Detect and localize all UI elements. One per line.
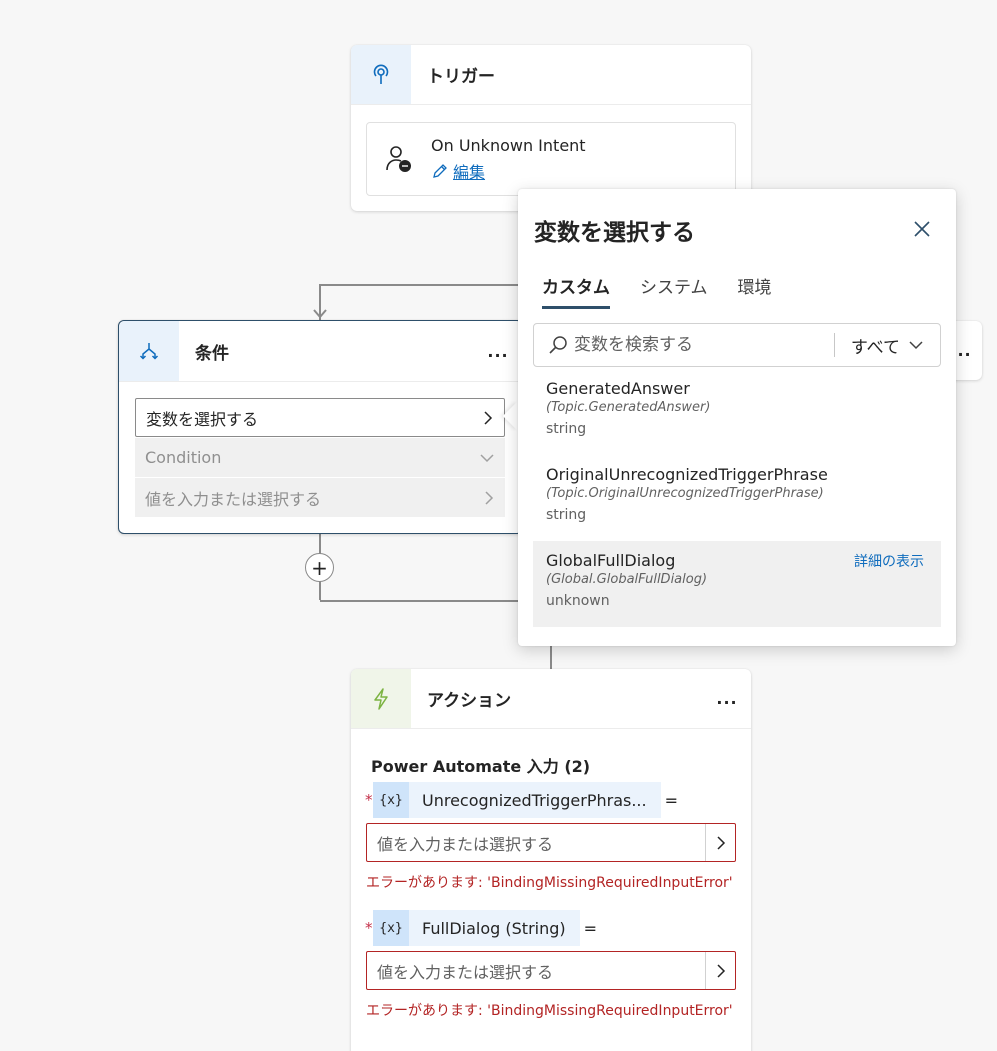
variable-icon: {x}: [373, 910, 409, 946]
param-value-input[interactable]: 値を入力または選択する: [366, 951, 736, 990]
chevron-down-icon: [909, 341, 923, 350]
condition-header: 条件 ...: [119, 321, 522, 382]
variable-name: OriginalUnrecognizedTriggerPhrase: [546, 465, 828, 484]
variable-chip[interactable]: {x} FullDialog (String): [373, 910, 580, 946]
trigger-card[interactable]: トリガー On Unknown Intent 編集: [351, 45, 751, 211]
variable-tabs: カスタム システム 環境: [542, 273, 802, 309]
variable-path: (Topic.GeneratedAnswer): [546, 400, 711, 415]
scope-filter-label: すべて: [850, 337, 900, 358]
condition-card[interactable]: 条件 ... 変数を選択する Condition 値を入力または選択する: [118, 320, 523, 534]
condition-variable-label: 変数を選択する: [146, 409, 259, 429]
condition-value-label: 値を入力または選択する: [145, 489, 322, 509]
param-value-input[interactable]: 値を入力または選択する: [366, 823, 736, 862]
search-icon: [534, 335, 574, 355]
power-automate-inputs-title: Power Automate 入力 (2): [371, 757, 591, 776]
variable-name: GeneratedAnswer: [546, 379, 690, 398]
trigger-title: トリガー: [427, 67, 495, 87]
connector-line: [550, 646, 552, 669]
variable-type: string: [546, 507, 587, 523]
close-icon[interactable]: [910, 217, 934, 241]
param-row: * {x} FullDialog (String) =: [365, 910, 597, 946]
action-header: アクション ...: [351, 669, 751, 729]
lightning-icon: [351, 669, 411, 728]
connector-line: [320, 284, 520, 286]
required-mark: *: [365, 919, 373, 937]
scope-filter-dropdown[interactable]: すべて: [835, 333, 940, 358]
chevron-right-icon: [485, 490, 494, 505]
chevron-right-icon: [484, 410, 493, 425]
trigger-event-box[interactable]: On Unknown Intent 編集: [366, 122, 736, 196]
condition-more-button[interactable]: ...: [486, 339, 510, 363]
trigger-edit-link[interactable]: 編集: [431, 159, 586, 183]
popover-title: 変数を選択する: [534, 220, 695, 246]
condition-value-selector[interactable]: 値を入力または選択する: [135, 478, 505, 517]
chevron-right-icon[interactable]: [705, 824, 735, 861]
param-error-message: エラーがあります: 'BindingMissingRequiredInputEr…: [366, 1003, 733, 1019]
variable-path: (Global.GlobalFullDialog): [546, 572, 708, 587]
action-title: アクション: [427, 691, 512, 711]
connector-line: [320, 600, 520, 602]
branch-icon: [119, 321, 179, 381]
param-name: UnrecognizedTriggerPhras...: [422, 790, 647, 810]
arrow-down-icon: [313, 309, 327, 319]
list-item[interactable]: GlobalFullDialog (Global.GlobalFullDialo…: [533, 541, 941, 627]
param-error-message: エラーがあります: 'BindingMissingRequiredInputEr…: [366, 875, 733, 891]
equals-sign: =: [664, 790, 678, 810]
list-item[interactable]: GeneratedAnswer (Topic.GeneratedAnswer) …: [533, 369, 941, 455]
variable-path: (Topic.OriginalUnrecognizedTriggerPhrase…: [546, 486, 824, 501]
param-value-placeholder: 値を入力または選択する: [377, 962, 554, 982]
trigger-pin-icon: [351, 45, 411, 104]
required-mark: *: [365, 791, 373, 809]
list-item[interactable]: OriginalUnrecognizedTriggerPhrase (Topic…: [533, 455, 941, 541]
variable-search-input[interactable]: [574, 335, 834, 355]
person-chat-icon: [367, 144, 431, 174]
condition-title: 条件: [195, 343, 229, 364]
param-name: FullDialog (String): [422, 918, 566, 938]
pencil-icon: [433, 163, 447, 178]
param-value-placeholder: 値を入力または選択する: [377, 834, 554, 854]
equals-sign: =: [583, 918, 598, 938]
trigger-edit-label: 編集: [453, 162, 486, 182]
variable-type: unknown: [546, 593, 610, 609]
show-details-link[interactable]: 詳細の表示: [854, 551, 924, 571]
tab-system[interactable]: システム: [640, 273, 708, 309]
authoring-canvas: トリガー On Unknown Intent 編集 条件 ... 変数を選択する…: [0, 0, 997, 1051]
variable-search-box: すべて: [533, 323, 941, 367]
action-card[interactable]: アクション ... Power Automate 入力 (2) * {x} Un…: [351, 669, 751, 1051]
condition-variable-selector[interactable]: 変数を選択する: [135, 398, 505, 437]
variable-type: string: [546, 421, 587, 437]
variable-picker-popover: 変数を選択する カスタム システム 環境 すべて: [518, 189, 956, 646]
tab-environment[interactable]: 環境: [738, 273, 772, 309]
add-node-button[interactable]: +: [305, 553, 334, 582]
variable-list: GeneratedAnswer (Topic.GeneratedAnswer) …: [533, 369, 941, 627]
trigger-header: トリガー: [351, 45, 751, 105]
chevron-right-icon[interactable]: [705, 952, 735, 989]
variable-chip[interactable]: {x} UnrecognizedTriggerPhras...: [373, 782, 661, 818]
condition-operator-dropdown[interactable]: Condition: [135, 438, 505, 477]
trigger-event-name: On Unknown Intent: [431, 135, 586, 155]
param-row: * {x} UnrecognizedTriggerPhras... =: [365, 782, 678, 818]
variable-icon: {x}: [373, 782, 409, 818]
chevron-down-icon: [480, 453, 494, 462]
tab-custom[interactable]: カスタム: [542, 273, 610, 309]
condition-operator-label: Condition: [145, 448, 222, 467]
action-more-button[interactable]: ...: [715, 687, 739, 711]
